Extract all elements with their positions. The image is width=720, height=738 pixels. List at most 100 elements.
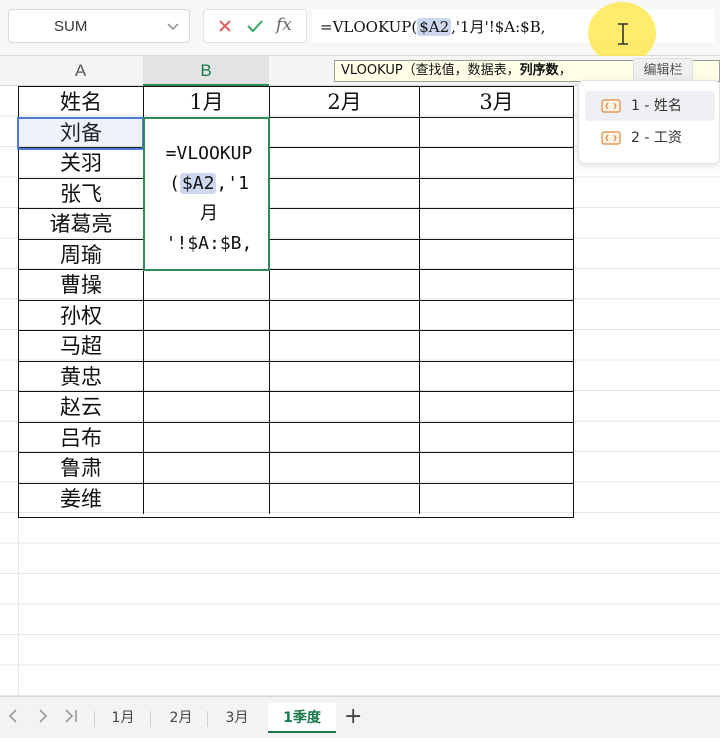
value-cell[interactable] (270, 392, 420, 422)
referenced-cell-a2 (17, 117, 144, 150)
suggestion-label: 1 - 姓名 (631, 98, 682, 114)
sheet-tab[interactable]: 1月 (100, 703, 146, 733)
tooltip-current-arg: 列序数 (519, 63, 559, 78)
text-cursor-icon (618, 23, 628, 45)
value-cell[interactable] (420, 392, 573, 422)
cell-formula-part: ,'1 (216, 173, 249, 194)
value-cell[interactable] (420, 270, 573, 300)
name-cell[interactable]: 姜维 (19, 483, 144, 514)
table-row: 鲁肃 (19, 453, 573, 484)
value-cell[interactable] (144, 483, 270, 514)
value-cell[interactable] (144, 361, 270, 392)
name-cell[interactable]: 赵云 (19, 392, 144, 422)
column-header-a[interactable]: A (18, 56, 143, 86)
field-icon (601, 99, 621, 113)
cell-formula-text: =VLOOKUP ($A2 ,'1 月 '!$A:$B, (153, 139, 265, 259)
name-cell[interactable]: 曹操 (19, 270, 144, 300)
name-box[interactable]: SUM (8, 9, 190, 43)
value-cell[interactable] (270, 148, 420, 178)
accept-icon[interactable] (246, 18, 264, 34)
function-icon[interactable]: fx (276, 15, 292, 35)
suggestion-label: 2 - 工资 (631, 130, 682, 146)
value-cell[interactable] (420, 148, 573, 178)
name-cell[interactable]: 黄忠 (19, 361, 144, 392)
cell-formula-line: =VLOOKUP (165, 143, 253, 164)
value-cell[interactable] (144, 392, 270, 422)
header-cell[interactable]: 1月 (144, 87, 270, 117)
table-row: 马超 (19, 331, 573, 362)
value-cell[interactable] (144, 300, 270, 331)
value-cell[interactable] (144, 422, 270, 453)
table-header-row: 姓名 1月 2月 3月 (19, 87, 573, 118)
header-cell[interactable]: 姓名 (19, 87, 144, 117)
suggestion-list: 1 - 姓名 2 - 工资 (578, 80, 720, 164)
value-cell[interactable] (270, 300, 420, 331)
value-cell[interactable] (420, 301, 573, 331)
table-row: 孙权 (19, 300, 573, 331)
value-cell[interactable] (144, 453, 270, 483)
chevron-left-icon[interactable] (8, 709, 18, 723)
formula-ref: $A2 (417, 18, 452, 36)
value-cell[interactable] (420, 453, 573, 483)
value-cell[interactable] (420, 209, 573, 239)
active-cell-editor[interactable]: =VLOOKUP ($A2 ,'1 月 '!$A:$B, (143, 117, 270, 271)
header-cell[interactable]: 3月 (420, 87, 573, 117)
value-cell[interactable] (270, 483, 420, 514)
cancel-icon[interactable] (217, 18, 233, 34)
sheet-tab[interactable]: 2月 (158, 703, 204, 733)
tooltip-text: ， (558, 63, 572, 78)
value-cell[interactable] (270, 178, 420, 209)
column-header-b[interactable]: B (143, 56, 269, 86)
cell-formula-part: ( (169, 173, 180, 194)
value-cell[interactable] (144, 270, 270, 300)
name-cell[interactable]: 关羽 (19, 148, 144, 178)
name-cell[interactable]: 诸葛亮 (19, 209, 144, 239)
value-cell[interactable] (144, 331, 270, 361)
value-cell[interactable] (420, 179, 573, 209)
name-cell[interactable]: 马超 (19, 331, 144, 361)
name-cell[interactable]: 周瑜 (19, 239, 144, 270)
table-row: 吕布 (19, 422, 573, 453)
value-cell[interactable] (420, 118, 573, 148)
table-row: 曹操 (19, 270, 573, 301)
value-cell[interactable] (270, 270, 420, 300)
value-cell[interactable] (270, 331, 420, 361)
table-row: 姜维 (19, 483, 573, 515)
name-box-value: SUM (54, 18, 88, 35)
name-cell[interactable]: 鲁肃 (19, 453, 144, 483)
value-cell[interactable] (270, 239, 420, 270)
formula-bar: SUM fx =VLOOKUP($A2 ,'1月'!$A:$B, (0, 0, 720, 64)
suggestion-item[interactable]: 2 - 工资 (585, 123, 715, 153)
cell-formula-line: '!$A:$B, (165, 233, 253, 254)
sheet-tab[interactable]: 3月 (214, 703, 260, 733)
name-cell[interactable]: 张飞 (19, 178, 144, 209)
value-cell[interactable] (270, 209, 420, 239)
cell-formula-ref: $A2 (179, 173, 217, 194)
value-cell[interactable] (270, 361, 420, 392)
chevron-down-icon[interactable] (167, 23, 179, 31)
sheet-tab-active[interactable]: 1季度 (268, 703, 336, 733)
add-sheet-icon[interactable]: + (344, 704, 362, 729)
value-cell[interactable] (270, 453, 420, 483)
value-cell[interactable] (270, 117, 420, 148)
value-cell[interactable] (420, 484, 573, 514)
tab-separator (207, 711, 208, 727)
name-cell[interactable]: 吕布 (19, 422, 144, 453)
table-row: 周瑜 (19, 239, 573, 270)
value-cell[interactable] (420, 331, 573, 361)
value-cell[interactable] (420, 423, 573, 453)
name-cell[interactable]: 孙权 (19, 300, 144, 331)
tab-separator (150, 711, 151, 727)
header-cell[interactable]: 2月 (270, 87, 420, 117)
formula-actions: fx (203, 9, 307, 43)
last-sheet-icon[interactable] (64, 709, 80, 723)
data-table: 姓名 1月 2月 3月 刘备 关羽 张飞 诸葛亮 周瑜 曹操 孙权 马超 黄忠 … (18, 86, 574, 518)
value-cell[interactable] (270, 422, 420, 453)
formula-prefix: =VLOOKUP( (320, 18, 418, 36)
value-cell[interactable] (420, 240, 573, 270)
suggestion-item[interactable]: 1 - 姓名 (585, 91, 715, 121)
value-cell[interactable] (420, 362, 573, 392)
table-row: 张飞 (19, 178, 573, 209)
chevron-right-icon[interactable] (38, 709, 48, 723)
tooltip-text: VLOOKUP（查找值，数据表， (341, 63, 520, 78)
